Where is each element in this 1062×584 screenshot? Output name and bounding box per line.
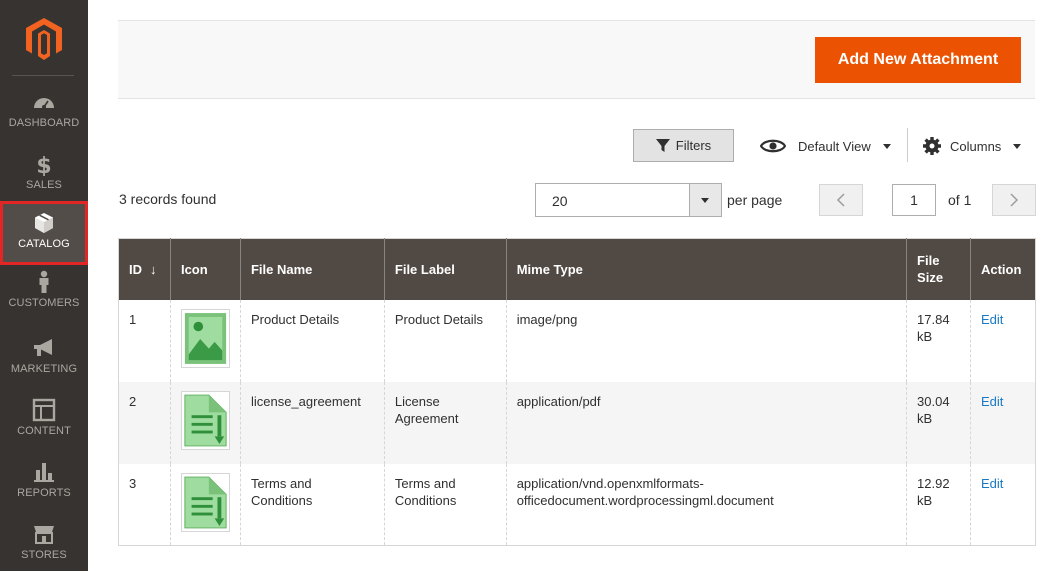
cell-icon <box>169 463 241 546</box>
cell-id: 1 <box>118 299 171 382</box>
cell-mime-type: image/png <box>505 299 907 382</box>
add-new-attachment-button[interactable]: Add New Attachment <box>815 37 1021 83</box>
cell-id: 3 <box>118 463 171 546</box>
cell-icon <box>169 299 241 382</box>
dashboard-icon <box>34 98 54 109</box>
cell-file-name: Terms and Conditions <box>239 463 385 546</box>
table-row[interactable]: 2 license_agreement License Agreement ap… <box>118 381 1036 464</box>
sidebar-item-reports[interactable]: REPORTS <box>0 460 88 522</box>
document-file-icon <box>180 390 230 450</box>
per-page-label: per page <box>727 192 783 208</box>
column-header-file-label[interactable]: File Label <box>383 238 507 300</box>
edit-link[interactable]: Edit <box>981 312 1003 327</box>
sidebar-item-label: CATALOG <box>18 238 70 250</box>
edit-link[interactable]: Edit <box>981 476 1003 491</box>
cell-file-name: Product Details <box>239 299 385 382</box>
grid-header-row: ID ↓ Icon File Name File Label Mime Type … <box>118 238 1036 300</box>
column-header-mime-type[interactable]: Mime Type <box>505 238 907 300</box>
column-header-file-size[interactable]: File Size <box>906 238 971 300</box>
toolbar-divider <box>907 128 908 162</box>
image-file-icon <box>180 308 230 368</box>
cell-file-size: 30.04 kB <box>906 381 971 464</box>
chevron-down-icon <box>701 198 709 203</box>
column-header-id[interactable]: ID ↓ <box>118 238 171 300</box>
view-switcher[interactable]: Default View <box>760 134 891 158</box>
cell-mime-type: application/vnd.openxmlformats-officedoc… <box>505 463 907 546</box>
cell-file-size: 17.84 kB <box>906 299 971 382</box>
column-header-icon[interactable]: Icon <box>169 238 241 300</box>
megaphone-icon <box>34 339 52 356</box>
sort-arrow-icon: ↓ <box>150 261 157 277</box>
columns-switcher[interactable]: Columns <box>922 134 1022 158</box>
total-pages: of 1 <box>948 192 972 208</box>
sidebar-item-catalog[interactable]: CATALOG <box>0 201 88 265</box>
page-size-value: 20 <box>552 193 568 209</box>
column-header-action: Action <box>969 238 1036 300</box>
chevron-right-icon <box>1010 193 1019 207</box>
cell-mime-type: application/pdf <box>505 381 907 464</box>
cell-icon <box>169 381 241 464</box>
sidebar-item-label: CONTENT <box>17 425 71 437</box>
columns-label: Columns <box>950 138 1002 154</box>
sidebar-item-dashboard[interactable]: DASHBOARD <box>0 90 88 152</box>
cell-file-label: License Agreement <box>383 381 507 464</box>
funnel-icon <box>655 138 670 152</box>
page-size-select[interactable]: 20 <box>535 183 722 217</box>
cell-file-name: license_agreement <box>239 381 385 464</box>
current-page-input[interactable]: 1 <box>892 184 936 216</box>
bar-chart-icon <box>34 463 54 482</box>
sidebar-item-marketing[interactable]: MARKETING <box>0 336 88 398</box>
eye-icon <box>760 139 786 153</box>
records-found: 3 records found <box>119 191 217 207</box>
sidebar-item-label: STORES <box>21 549 67 561</box>
cell-action: Edit <box>969 299 1036 382</box>
chevron-down-icon <box>882 143 891 149</box>
sidebar-item-label: REPORTS <box>17 487 71 499</box>
dollar-icon: $ <box>36 154 51 176</box>
cell-file-label: Terms and Conditions <box>383 463 507 546</box>
next-page-button[interactable] <box>992 184 1036 216</box>
person-icon <box>39 270 49 293</box>
sidebar-item-stores[interactable]: STORES <box>0 522 88 584</box>
edit-link[interactable]: Edit <box>981 394 1003 409</box>
cell-action: Edit <box>969 463 1036 546</box>
layout-icon <box>32 398 56 422</box>
sidebar-item-label: MARKETING <box>10 363 78 375</box>
svg-text:$: $ <box>36 154 51 176</box>
attachments-grid: ID ↓ Icon File Name File Label Mime Type … <box>118 238 1036 546</box>
cell-action: Edit <box>969 381 1036 464</box>
box-icon <box>35 213 53 233</box>
page-size-toggle[interactable] <box>689 184 721 216</box>
column-header-file-name[interactable]: File Name <box>239 238 385 300</box>
sidebar-item-content[interactable]: CONTENT <box>0 398 88 460</box>
chevron-down-icon <box>1013 143 1022 149</box>
filters-button[interactable]: Filters <box>633 129 734 162</box>
admin-sidebar: DASHBOARD $ SALES CATALOG CUSTOMERS MARK… <box>0 0 88 571</box>
sidebar-item-label: CUSTOMERS <box>8 297 80 309</box>
chevron-left-icon <box>836 193 845 207</box>
table-row[interactable]: 3 Terms and Conditions Terms and Conditi… <box>118 463 1036 546</box>
cell-file-size: 12.92 kB <box>906 463 971 546</box>
sidebar-divider <box>12 75 74 76</box>
sidebar-item-label: DASHBOARD <box>8 117 80 129</box>
magento-logo-icon[interactable] <box>24 16 64 62</box>
cell-id: 2 <box>118 381 171 464</box>
sidebar-item-customers[interactable]: CUSTOMERS <box>0 270 88 332</box>
store-icon <box>34 526 54 544</box>
cell-file-label: Product Details <box>383 299 507 382</box>
filters-label: Filters <box>675 138 712 153</box>
document-file-icon <box>180 472 230 532</box>
previous-page-button[interactable] <box>819 184 863 216</box>
page-actions-bar: Add New Attachment <box>118 20 1035 99</box>
gear-icon <box>923 137 941 155</box>
sidebar-item-label: SALES <box>26 179 62 191</box>
view-label: Default View <box>798 138 871 154</box>
table-row[interactable]: 1 Product Details Product Details image/… <box>118 299 1036 382</box>
